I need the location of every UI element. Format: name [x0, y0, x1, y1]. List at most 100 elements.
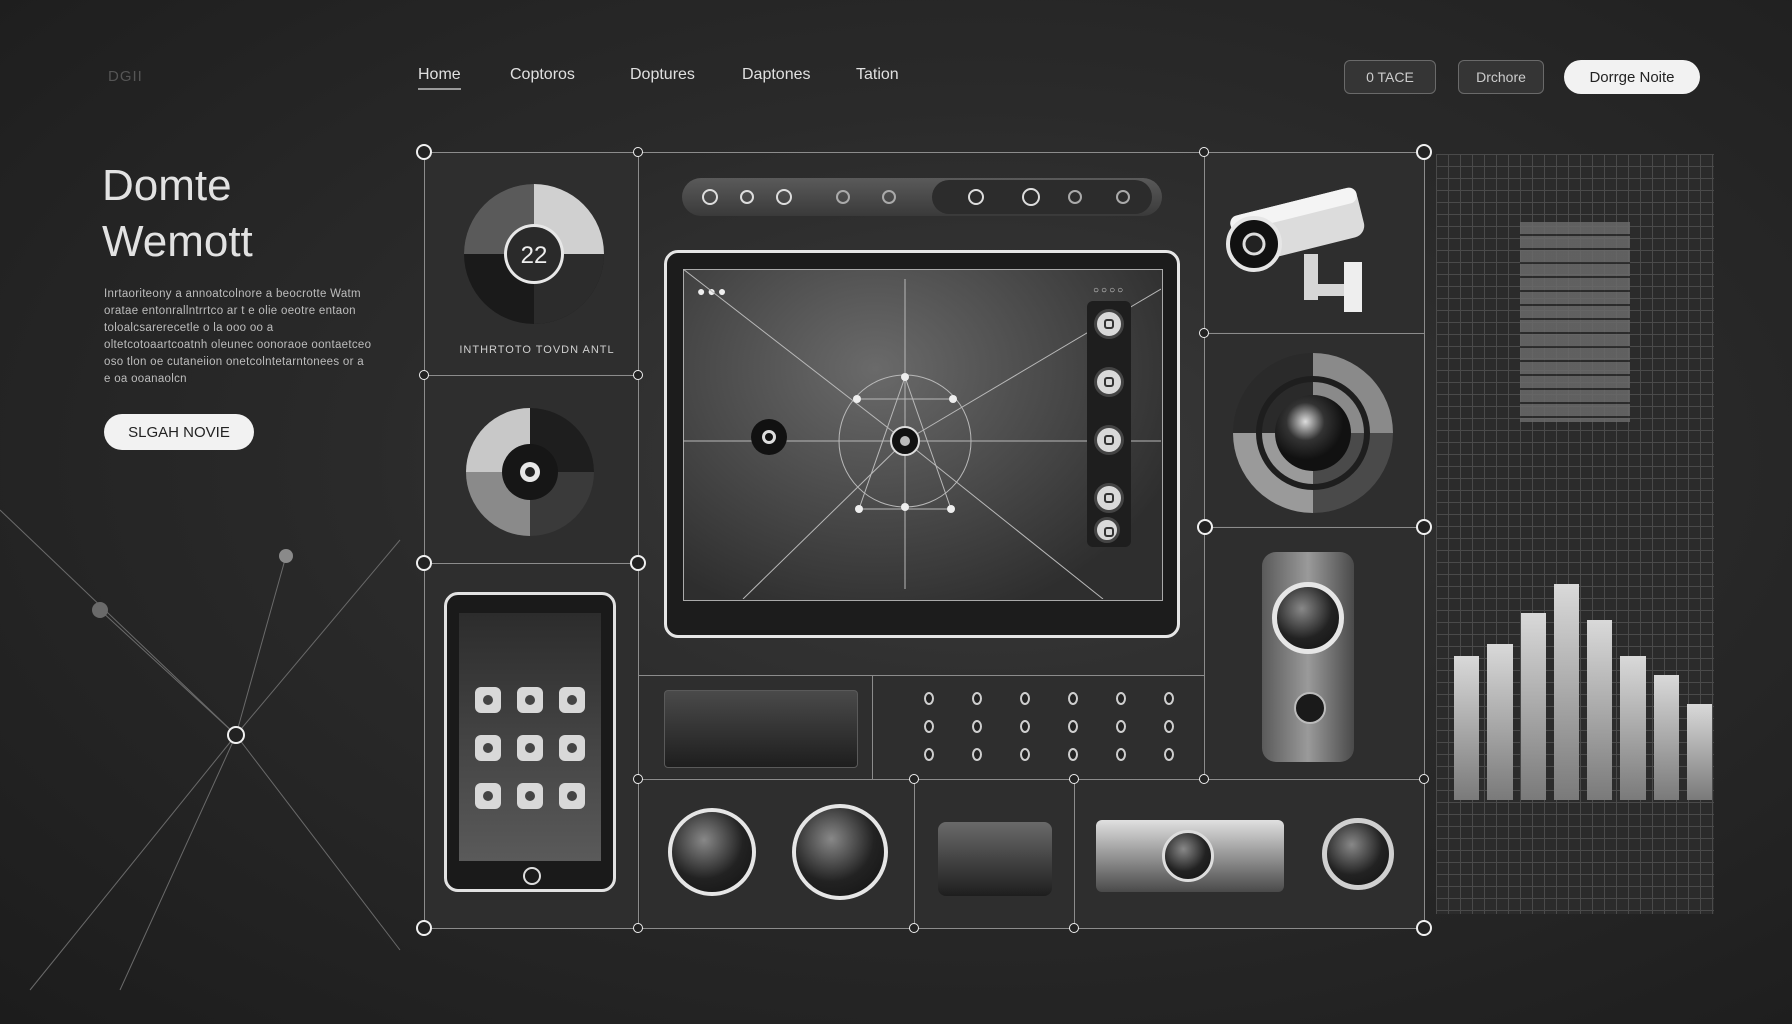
control-dot[interactable]	[1116, 190, 1130, 204]
control-dot[interactable]	[702, 189, 718, 205]
smart-speaker[interactable]	[1230, 350, 1396, 516]
keypad-key[interactable]	[924, 748, 934, 761]
sidebar-button[interactable]	[1094, 483, 1124, 513]
frame-line	[424, 375, 638, 376]
frame-line	[638, 779, 1424, 780]
bar-chart	[1450, 560, 1716, 800]
keypad-key[interactable]	[1164, 720, 1174, 733]
app-tile[interactable]	[559, 783, 585, 809]
control-dot[interactable]	[968, 189, 984, 205]
frame-node	[1069, 923, 1079, 933]
hero-title-line2: Wemott	[102, 217, 253, 266]
header-ghost-button[interactable]: 0 TACE	[1344, 60, 1436, 94]
hero-title: Domte Wemott	[102, 158, 253, 270]
frame-node	[633, 923, 643, 933]
sidebar-button[interactable]	[1094, 309, 1124, 339]
frame-line	[1204, 333, 1424, 334]
keypad-key[interactable]	[1068, 720, 1078, 733]
location-pin[interactable]	[751, 419, 787, 455]
hero-description: Inrtaoriteony a annoatcolnore a beocrott…	[104, 288, 372, 385]
app-tile[interactable]	[559, 687, 585, 713]
nav-link-home[interactable]: Home	[418, 66, 461, 90]
nav-link-5[interactable]: Tation	[856, 66, 899, 84]
dashboard-frame: 22 INTHRTOTO TOVDN ANTL ●●● ○○○○	[416, 144, 1432, 936]
network-node	[92, 602, 108, 618]
control-dot[interactable]	[1068, 190, 1082, 204]
phone-home-button[interactable]	[523, 867, 541, 885]
keypad-key[interactable]	[972, 748, 982, 761]
keypad-key[interactable]	[924, 720, 934, 733]
thermostat-caption: INTHRTOTO TOVDN ANTL	[459, 344, 615, 356]
nav-link-2[interactable]: Coptoros	[510, 66, 575, 84]
frame-node	[1419, 774, 1429, 784]
keypad-key[interactable]	[972, 692, 982, 705]
smartphone	[444, 592, 616, 892]
sidebar-button[interactable]	[1094, 425, 1124, 455]
frame-node	[1199, 774, 1209, 784]
app-tile[interactable]	[517, 687, 543, 713]
keypad-key[interactable]	[1020, 748, 1030, 761]
frame-line	[424, 152, 425, 928]
smart-dial[interactable]	[464, 406, 596, 538]
sidebar-button[interactable]	[1094, 517, 1120, 543]
frame-line	[1204, 527, 1424, 528]
frame-node	[633, 147, 643, 157]
frame-node	[416, 920, 432, 936]
frame-node	[416, 144, 432, 160]
keypad-key[interactable]	[1164, 692, 1174, 705]
app-tile[interactable]	[559, 735, 585, 761]
frame-node	[1416, 920, 1432, 936]
frame-line	[638, 675, 1204, 676]
app-tile[interactable]	[517, 783, 543, 809]
round-sensor[interactable]	[1322, 818, 1394, 890]
tablet: ●●● ○○○○	[664, 250, 1180, 638]
chart-bar	[1686, 704, 1712, 800]
display-unit	[664, 690, 858, 768]
keypad-key[interactable]	[1116, 748, 1126, 761]
security-camera-icon	[1226, 187, 1365, 312]
keypad-key[interactable]	[1020, 720, 1030, 733]
frame-line	[914, 780, 915, 928]
frame-node	[416, 555, 432, 571]
keypad-key[interactable]	[972, 720, 982, 733]
app-tile[interactable]	[475, 687, 501, 713]
chart-bar	[1520, 612, 1546, 800]
frame-node	[1199, 328, 1209, 338]
app-tile[interactable]	[517, 735, 543, 761]
sidebar-button[interactable]	[1094, 367, 1124, 397]
header-primary-button[interactable]: Dorrge Noite	[1564, 60, 1700, 94]
header-outline-button[interactable]: Drchore	[1458, 60, 1544, 94]
keypad-key[interactable]	[1068, 692, 1078, 705]
control-bar	[682, 178, 1162, 216]
control-dot[interactable]	[882, 190, 896, 204]
app-tile[interactable]	[475, 735, 501, 761]
control-dot[interactable]	[1022, 188, 1040, 206]
nav-link-4[interactable]: Daptones	[742, 66, 811, 84]
keypad-key[interactable]	[1068, 748, 1078, 761]
round-sensor[interactable]	[668, 808, 756, 896]
thermostat-value: 22	[520, 242, 548, 269]
round-sensor[interactable]	[792, 804, 888, 900]
keypad-key[interactable]	[1116, 692, 1126, 705]
keypad-key[interactable]	[924, 692, 934, 705]
doorbell-button[interactable]	[1294, 692, 1326, 724]
keypad-key[interactable]	[1020, 692, 1030, 705]
frame-node	[630, 555, 646, 571]
network-decoration	[0, 509, 401, 991]
control-dot[interactable]	[776, 189, 792, 205]
control-dot[interactable]	[836, 190, 850, 204]
keypad-key[interactable]	[1164, 748, 1174, 761]
frame-line	[1424, 152, 1425, 928]
keypad-key[interactable]	[1116, 720, 1126, 733]
frame-node	[909, 774, 919, 784]
frame-line	[638, 152, 639, 928]
app-tile[interactable]	[475, 783, 501, 809]
frame-line	[424, 928, 1424, 929]
network-node	[279, 549, 293, 563]
nav-link-3[interactable]: Doptures	[630, 66, 695, 84]
frame-node	[1416, 144, 1432, 160]
control-dot[interactable]	[740, 190, 754, 204]
bar-camera	[1096, 820, 1284, 892]
frame-line	[424, 563, 638, 564]
stacked-blocks	[1520, 222, 1630, 422]
